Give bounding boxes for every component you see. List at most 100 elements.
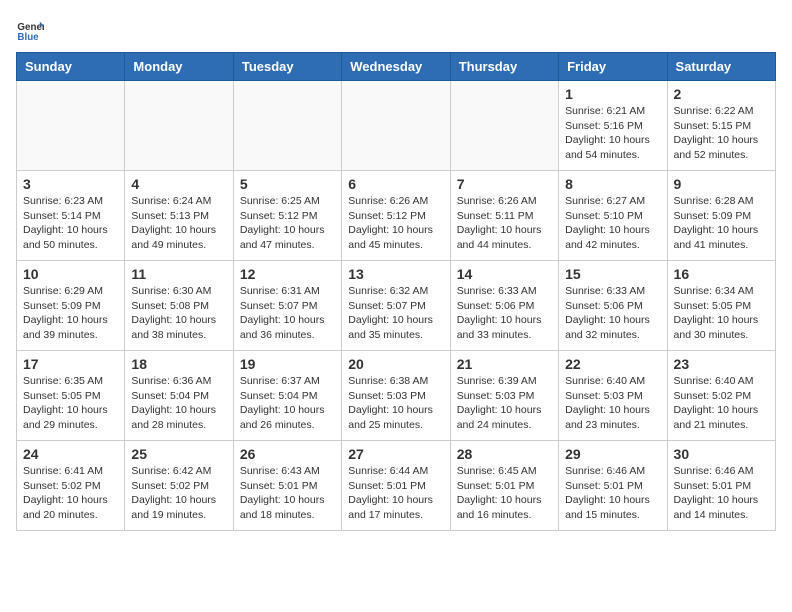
day-info: Sunrise: 6:43 AM Sunset: 5:01 PM Dayligh… (240, 464, 335, 523)
day-info: Sunrise: 6:21 AM Sunset: 5:16 PM Dayligh… (565, 104, 660, 163)
day-number: 25 (131, 446, 226, 462)
calendar-cell: 21 Sunrise: 6:39 AM Sunset: 5:03 PM Dayli… (450, 351, 558, 441)
calendar-cell (17, 81, 125, 171)
calendar-cell (342, 81, 450, 171)
day-number: 19 (240, 356, 335, 372)
day-info: Sunrise: 6:40 AM Sunset: 5:02 PM Dayligh… (674, 374, 769, 433)
day-info: Sunrise: 6:40 AM Sunset: 5:03 PM Dayligh… (565, 374, 660, 433)
calendar-cell: 26 Sunrise: 6:43 AM Sunset: 5:01 PM Dayli… (233, 441, 341, 531)
week-row-4: 17 Sunrise: 6:35 AM Sunset: 5:05 PM Dayli… (17, 351, 776, 441)
day-number: 3 (23, 176, 118, 192)
calendar-cell: 3 Sunrise: 6:23 AM Sunset: 5:14 PM Daylig… (17, 171, 125, 261)
week-row-3: 10 Sunrise: 6:29 AM Sunset: 5:09 PM Dayli… (17, 261, 776, 351)
day-number: 9 (674, 176, 769, 192)
day-number: 8 (565, 176, 660, 192)
svg-text:Blue: Blue (17, 32, 39, 43)
day-number: 11 (131, 266, 226, 282)
calendar-cell: 20 Sunrise: 6:38 AM Sunset: 5:03 PM Dayli… (342, 351, 450, 441)
calendar-cell: 2 Sunrise: 6:22 AM Sunset: 5:15 PM Daylig… (667, 81, 775, 171)
calendar-cell: 27 Sunrise: 6:44 AM Sunset: 5:01 PM Dayli… (342, 441, 450, 531)
calendar-table: SundayMondayTuesdayWednesdayThursdayFrid… (16, 52, 776, 531)
calendar-cell: 1 Sunrise: 6:21 AM Sunset: 5:16 PM Daylig… (559, 81, 667, 171)
calendar-cell: 13 Sunrise: 6:32 AM Sunset: 5:07 PM Dayli… (342, 261, 450, 351)
calendar-cell: 6 Sunrise: 6:26 AM Sunset: 5:12 PM Daylig… (342, 171, 450, 261)
calendar-cell: 16 Sunrise: 6:34 AM Sunset: 5:05 PM Dayli… (667, 261, 775, 351)
day-number: 7 (457, 176, 552, 192)
day-info: Sunrise: 6:36 AM Sunset: 5:04 PM Dayligh… (131, 374, 226, 433)
day-number: 21 (457, 356, 552, 372)
calendar-cell: 10 Sunrise: 6:29 AM Sunset: 5:09 PM Dayli… (17, 261, 125, 351)
calendar-cell (125, 81, 233, 171)
day-info: Sunrise: 6:25 AM Sunset: 5:12 PM Dayligh… (240, 194, 335, 253)
calendar-cell: 15 Sunrise: 6:33 AM Sunset: 5:06 PM Dayli… (559, 261, 667, 351)
day-info: Sunrise: 6:46 AM Sunset: 5:01 PM Dayligh… (565, 464, 660, 523)
day-number: 20 (348, 356, 443, 372)
day-number: 24 (23, 446, 118, 462)
day-info: Sunrise: 6:29 AM Sunset: 5:09 PM Dayligh… (23, 284, 118, 343)
day-number: 26 (240, 446, 335, 462)
week-row-5: 24 Sunrise: 6:41 AM Sunset: 5:02 PM Dayli… (17, 441, 776, 531)
logo-icon: General Blue (16, 16, 44, 44)
calendar-cell: 12Sunrise: 6:31 AM Sunset: 5:07 PM Dayli… (233, 261, 341, 351)
calendar-cell: 17 Sunrise: 6:35 AM Sunset: 5:05 PM Dayli… (17, 351, 125, 441)
calendar-cell: 23Sunrise: 6:40 AM Sunset: 5:02 PM Dayli… (667, 351, 775, 441)
day-info: Sunrise: 6:42 AM Sunset: 5:02 PM Dayligh… (131, 464, 226, 523)
day-info: Sunrise: 6:27 AM Sunset: 5:10 PM Dayligh… (565, 194, 660, 253)
calendar-cell: 19Sunrise: 6:37 AM Sunset: 5:04 PM Dayli… (233, 351, 341, 441)
calendar-cell: 18 Sunrise: 6:36 AM Sunset: 5:04 PM Dayli… (125, 351, 233, 441)
day-info: Sunrise: 6:33 AM Sunset: 5:06 PM Dayligh… (565, 284, 660, 343)
calendar-cell: 28Sunrise: 6:45 AM Sunset: 5:01 PM Dayli… (450, 441, 558, 531)
day-info: Sunrise: 6:39 AM Sunset: 5:03 PM Dayligh… (457, 374, 552, 433)
day-info: Sunrise: 6:33 AM Sunset: 5:06 PM Dayligh… (457, 284, 552, 343)
day-number: 4 (131, 176, 226, 192)
calendar-cell: 4 Sunrise: 6:24 AM Sunset: 5:13 PM Daylig… (125, 171, 233, 261)
weekday-header-row: SundayMondayTuesdayWednesdayThursdayFrid… (17, 53, 776, 81)
day-number: 18 (131, 356, 226, 372)
calendar-cell: 8 Sunrise: 6:27 AM Sunset: 5:10 PM Daylig… (559, 171, 667, 261)
weekday-header-saturday: Saturday (667, 53, 775, 81)
day-info: Sunrise: 6:32 AM Sunset: 5:07 PM Dayligh… (348, 284, 443, 343)
week-row-1: 1 Sunrise: 6:21 AM Sunset: 5:16 PM Daylig… (17, 81, 776, 171)
day-number: 14 (457, 266, 552, 282)
calendar-cell (233, 81, 341, 171)
day-info: Sunrise: 6:38 AM Sunset: 5:03 PM Dayligh… (348, 374, 443, 433)
day-number: 29 (565, 446, 660, 462)
day-number: 17 (23, 356, 118, 372)
day-number: 15 (565, 266, 660, 282)
weekday-header-friday: Friday (559, 53, 667, 81)
day-number: 1 (565, 86, 660, 102)
day-number: 10 (23, 266, 118, 282)
calendar-cell: 29 Sunrise: 6:46 AM Sunset: 5:01 PM Dayli… (559, 441, 667, 531)
logo: General Blue (16, 16, 48, 44)
day-number: 2 (674, 86, 769, 102)
day-info: Sunrise: 6:41 AM Sunset: 5:02 PM Dayligh… (23, 464, 118, 523)
day-info: Sunrise: 6:34 AM Sunset: 5:05 PM Dayligh… (674, 284, 769, 343)
day-info: Sunrise: 6:28 AM Sunset: 5:09 PM Dayligh… (674, 194, 769, 253)
day-info: Sunrise: 6:22 AM Sunset: 5:15 PM Dayligh… (674, 104, 769, 163)
day-info: Sunrise: 6:35 AM Sunset: 5:05 PM Dayligh… (23, 374, 118, 433)
day-number: 27 (348, 446, 443, 462)
weekday-header-tuesday: Tuesday (233, 53, 341, 81)
calendar-cell: 30 Sunrise: 6:46 AM Sunset: 5:01 PM Dayli… (667, 441, 775, 531)
day-number: 30 (674, 446, 769, 462)
day-number: 16 (674, 266, 769, 282)
calendar-cell: 9 Sunrise: 6:28 AM Sunset: 5:09 PM Daylig… (667, 171, 775, 261)
calendar-cell: 14 Sunrise: 6:33 AM Sunset: 5:06 PM Dayli… (450, 261, 558, 351)
day-number: 13 (348, 266, 443, 282)
calendar-cell: 7Sunrise: 6:26 AM Sunset: 5:11 PM Daylig… (450, 171, 558, 261)
day-number: 22 (565, 356, 660, 372)
weekday-header-monday: Monday (125, 53, 233, 81)
day-number: 12 (240, 266, 335, 282)
day-number: 5 (240, 176, 335, 192)
day-info: Sunrise: 6:46 AM Sunset: 5:01 PM Dayligh… (674, 464, 769, 523)
day-info: Sunrise: 6:44 AM Sunset: 5:01 PM Dayligh… (348, 464, 443, 523)
day-number: 6 (348, 176, 443, 192)
page-header: General Blue (16, 16, 776, 44)
calendar-cell: 25 Sunrise: 6:42 AM Sunset: 5:02 PM Dayli… (125, 441, 233, 531)
day-info: Sunrise: 6:23 AM Sunset: 5:14 PM Dayligh… (23, 194, 118, 253)
day-info: Sunrise: 6:24 AM Sunset: 5:13 PM Dayligh… (131, 194, 226, 253)
calendar-cell: 5 Sunrise: 6:25 AM Sunset: 5:12 PM Daylig… (233, 171, 341, 261)
calendar-cell: 22 Sunrise: 6:40 AM Sunset: 5:03 PM Dayli… (559, 351, 667, 441)
day-info: Sunrise: 6:26 AM Sunset: 5:12 PM Dayligh… (348, 194, 443, 253)
calendar-cell (450, 81, 558, 171)
